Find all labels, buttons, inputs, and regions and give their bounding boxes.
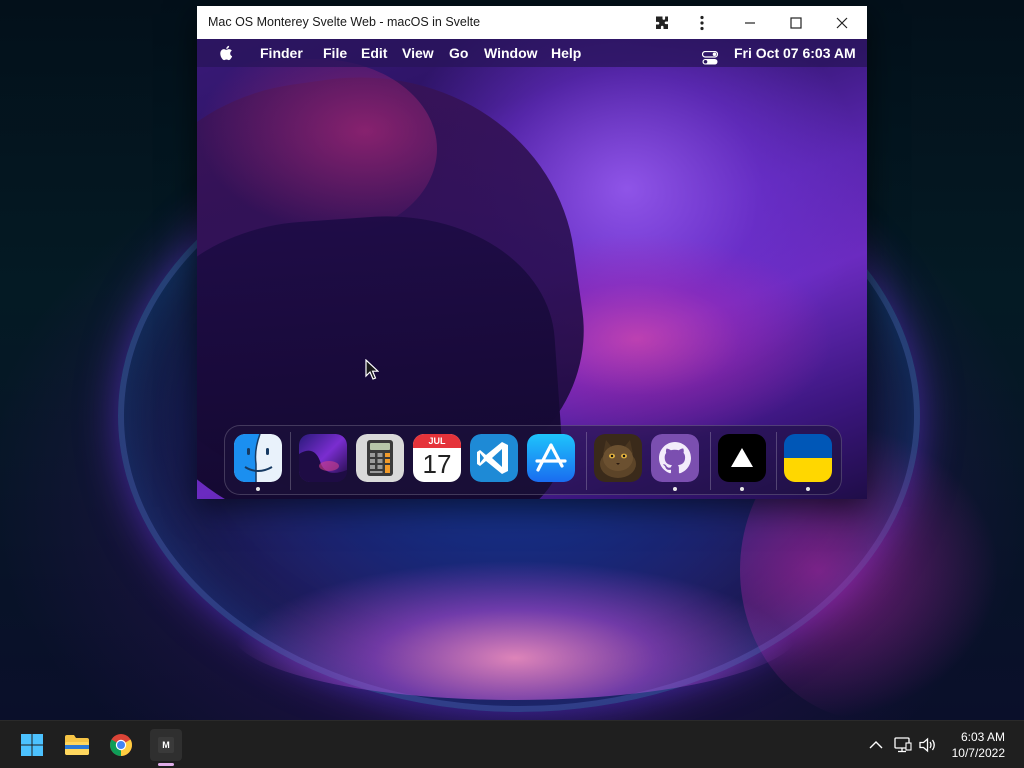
ukraine-flag-icon bbox=[784, 434, 832, 482]
app-window: Mac OS Monterey Svelte Web - macOS in Sv… bbox=[197, 6, 867, 499]
clock-date: 10/7/2022 bbox=[951, 746, 1005, 760]
macos-desktop[interactable]: Finder File Edit View Go Window Help Fri… bbox=[197, 39, 867, 499]
dock-ukraine[interactable] bbox=[784, 434, 832, 482]
clock-time: 6:03 AM bbox=[960, 730, 1005, 744]
volume-button[interactable] bbox=[918, 735, 938, 755]
dock-separator bbox=[710, 432, 711, 490]
folder-icon bbox=[65, 735, 89, 755]
mouse-cursor-icon bbox=[365, 359, 379, 380]
mac-dock: JUL 17 bbox=[224, 425, 842, 495]
running-indicator bbox=[673, 487, 677, 491]
menu-app-name[interactable]: Finder bbox=[260, 39, 303, 67]
windows-logo-icon bbox=[21, 734, 43, 756]
pwa-app-letter: M bbox=[162, 740, 170, 750]
toggle-switches-icon bbox=[701, 50, 719, 65]
dock-calendar[interactable]: JUL 17 bbox=[413, 434, 461, 482]
apple-icon bbox=[220, 45, 233, 61]
chrome-button[interactable] bbox=[105, 729, 137, 761]
more-options-button[interactable] bbox=[682, 6, 722, 39]
dock-separator bbox=[776, 432, 777, 490]
window-title: Mac OS Monterey Svelte Web - macOS in Sv… bbox=[208, 15, 481, 29]
app-store-icon bbox=[527, 434, 575, 482]
close-button[interactable] bbox=[819, 6, 865, 39]
wallpaper-icon bbox=[299, 434, 347, 482]
triangle-icon bbox=[731, 448, 753, 467]
menu-edit[interactable]: Edit bbox=[361, 39, 387, 67]
start-button[interactable] bbox=[16, 729, 48, 761]
file-explorer-button[interactable] bbox=[61, 729, 93, 761]
maximize-button[interactable] bbox=[773, 6, 819, 39]
dock-vscode[interactable] bbox=[470, 434, 518, 482]
menubar-clock[interactable]: Fri Oct 07 6:03 AM bbox=[734, 39, 856, 67]
calculator-icon bbox=[356, 434, 404, 482]
cat-icon bbox=[594, 434, 642, 482]
dock-finder[interactable] bbox=[234, 434, 282, 482]
menu-view[interactable]: View bbox=[402, 39, 434, 67]
calendar-day: 17 bbox=[422, 449, 452, 479]
pwa-app-icon: M bbox=[158, 737, 174, 753]
chrome-icon bbox=[110, 734, 132, 756]
dock-separator bbox=[586, 432, 587, 490]
chevron-up-icon bbox=[869, 741, 883, 749]
github-icon bbox=[651, 434, 699, 482]
puzzle-icon bbox=[656, 16, 668, 29]
menu-window[interactable]: Window bbox=[484, 39, 538, 67]
apple-menu-button[interactable] bbox=[219, 39, 233, 67]
dock-calculator[interactable] bbox=[356, 434, 404, 482]
dock-app-store[interactable] bbox=[527, 434, 575, 482]
running-indicator bbox=[806, 487, 810, 491]
network-button[interactable] bbox=[893, 735, 913, 755]
close-icon bbox=[836, 17, 848, 28]
calendar-month: JUL bbox=[413, 434, 461, 448]
vscode-icon bbox=[470, 434, 518, 482]
dock-separator bbox=[290, 432, 291, 490]
window-titlebar[interactable]: Mac OS Monterey Svelte Web - macOS in Sv… bbox=[197, 6, 867, 40]
minimize-button[interactable] bbox=[727, 6, 773, 39]
running-indicator bbox=[740, 487, 744, 491]
maximize-icon bbox=[790, 16, 802, 29]
macos-pwa-button[interactable]: M bbox=[150, 729, 182, 761]
wallpaper-wave-highlight bbox=[197, 59, 437, 239]
dock-purrple-cat[interactable] bbox=[594, 434, 642, 482]
menu-help[interactable]: Help bbox=[551, 39, 581, 67]
dock-wallpapers[interactable] bbox=[299, 434, 347, 482]
show-hidden-icons-button[interactable] bbox=[866, 735, 886, 755]
finder-icon bbox=[234, 434, 282, 482]
menu-file[interactable]: File bbox=[323, 39, 347, 67]
network-icon bbox=[894, 737, 912, 753]
dock-vercel[interactable] bbox=[718, 434, 766, 482]
system-clock[interactable]: 6:03 AM 10/7/2022 bbox=[952, 729, 1005, 761]
running-indicator bbox=[256, 487, 260, 491]
speaker-icon bbox=[919, 737, 935, 753]
windows-taskbar: M 6:03 AM 10/7/2022 bbox=[0, 720, 1024, 768]
control-center-button[interactable] bbox=[701, 46, 719, 65]
dock-github[interactable] bbox=[651, 434, 699, 482]
mac-menubar: Finder File Edit View Go Window Help Fri… bbox=[197, 39, 867, 67]
extensions-button[interactable] bbox=[642, 6, 682, 39]
minimize-icon bbox=[745, 21, 755, 24]
active-app-indicator bbox=[158, 763, 174, 766]
vertical-dots-icon bbox=[700, 15, 704, 30]
menu-go[interactable]: Go bbox=[449, 39, 468, 67]
wallpaper-bloom-glow bbox=[230, 560, 800, 700]
